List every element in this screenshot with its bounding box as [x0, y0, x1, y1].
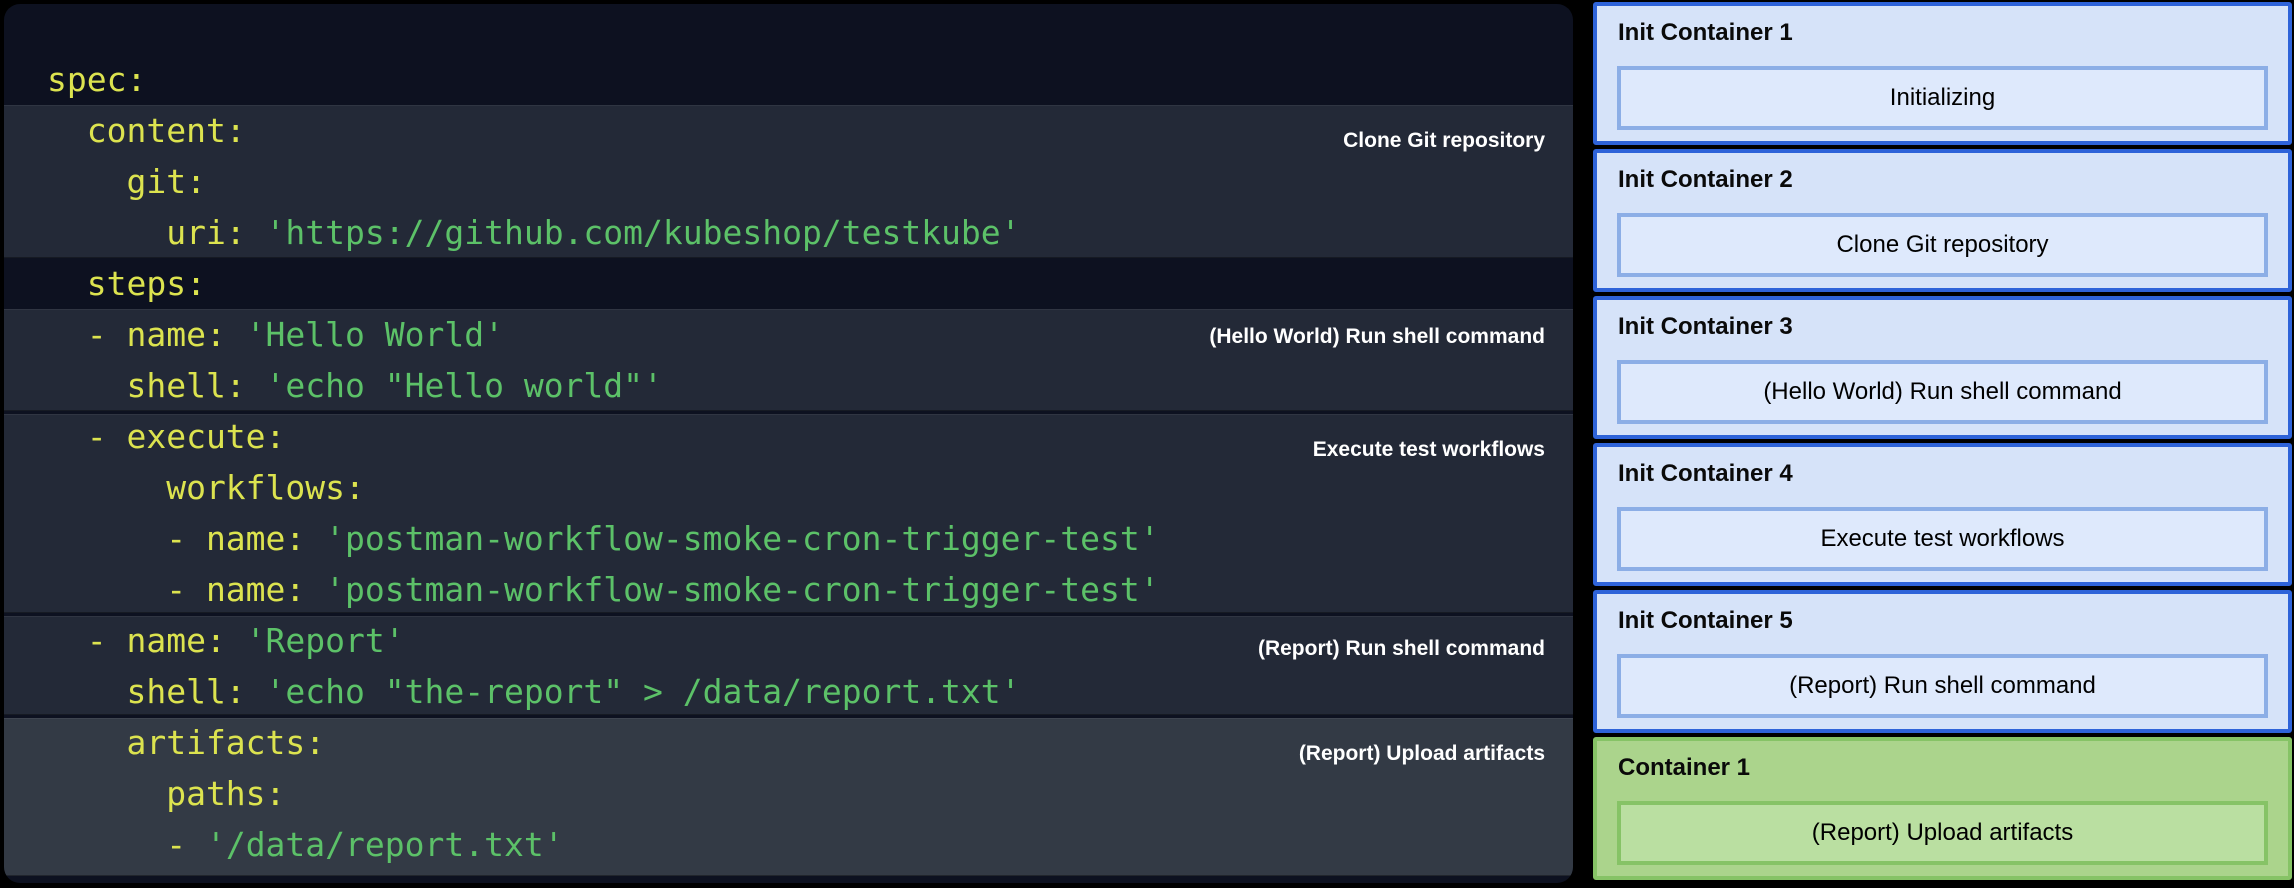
container-step-box: (Report) Run shell command	[1617, 654, 2268, 718]
code-line: - name: 'postman-workflow-smoke-cron-tri…	[47, 513, 1573, 564]
container-step-label: (Report) Upload artifacts	[1812, 819, 2073, 847]
container-box-5: Init Container 5 (Report) Run shell comm…	[1593, 590, 2292, 733]
code-line: spec:	[47, 54, 1573, 105]
container-step-box: Clone Git repository	[1617, 213, 2268, 277]
code-line: git:	[47, 156, 1573, 207]
container-step-label: Clone Git repository	[1836, 231, 2048, 259]
container-step-label: (Report) Run shell command	[1789, 672, 2096, 700]
step-annotation-clone-git: Clone Git repository	[1343, 130, 1545, 152]
code-line: steps:	[47, 258, 1573, 309]
container-box-1: Init Container 1 Initializing	[1593, 2, 2292, 145]
step-annotation-report-shell: (Report) Run shell command	[1258, 638, 1545, 660]
container-box-2: Init Container 2 Clone Git repository	[1593, 149, 2292, 292]
container-title: Init Container 3	[1618, 313, 1793, 341]
container-title: Init Container 1	[1618, 19, 1793, 47]
code-line: - name: 'postman-workflow-smoke-cron-tri…	[47, 564, 1573, 615]
code-line: uri: 'https://github.com/kubeshop/testku…	[47, 207, 1573, 258]
container-step-label: Execute test workflows	[1820, 525, 2064, 553]
container-box-3: Init Container 3 (Hello World) Run shell…	[1593, 296, 2292, 439]
pod-containers-panel: Init Container 1 Initializing Init Conta…	[1593, 0, 2292, 888]
code-line: - '/data/report.txt'	[47, 819, 1573, 870]
code-line: shell: 'echo "the-report" > /data/report…	[47, 666, 1573, 717]
container-title: Init Container 2	[1618, 166, 1793, 194]
container-step-label: Initializing	[1890, 84, 1995, 112]
code-line: workflows:	[47, 462, 1573, 513]
code-line: shell: 'echo "Hello world"'	[47, 360, 1573, 411]
container-title: Init Container 5	[1618, 607, 1793, 635]
container-box-6: Container 1 (Report) Upload artifacts	[1593, 737, 2292, 880]
container-step-box: Execute test workflows	[1617, 507, 2268, 571]
step-annotation-upload-artifacts: (Report) Upload artifacts	[1299, 743, 1545, 765]
testworkflow-pod-diagram: spec: content: git: uri: 'https://github…	[0, 0, 2294, 888]
container-step-box: Initializing	[1617, 66, 2268, 130]
container-title: Init Container 4	[1618, 460, 1793, 488]
container-box-4: Init Container 4 Execute test workflows	[1593, 443, 2292, 586]
yaml-code-panel: spec: content: git: uri: 'https://github…	[4, 4, 1573, 883]
container-step-box: (Report) Upload artifacts	[1617, 801, 2268, 865]
code-line: paths:	[47, 768, 1573, 819]
step-annotation-hello-world: (Hello World) Run shell command	[1209, 326, 1545, 348]
container-title: Container 1	[1618, 754, 1750, 782]
step-annotation-execute-workflows: Execute test workflows	[1313, 439, 1545, 461]
container-step-label: (Hello World) Run shell command	[1763, 378, 2121, 406]
container-step-box: (Hello World) Run shell command	[1617, 360, 2268, 424]
